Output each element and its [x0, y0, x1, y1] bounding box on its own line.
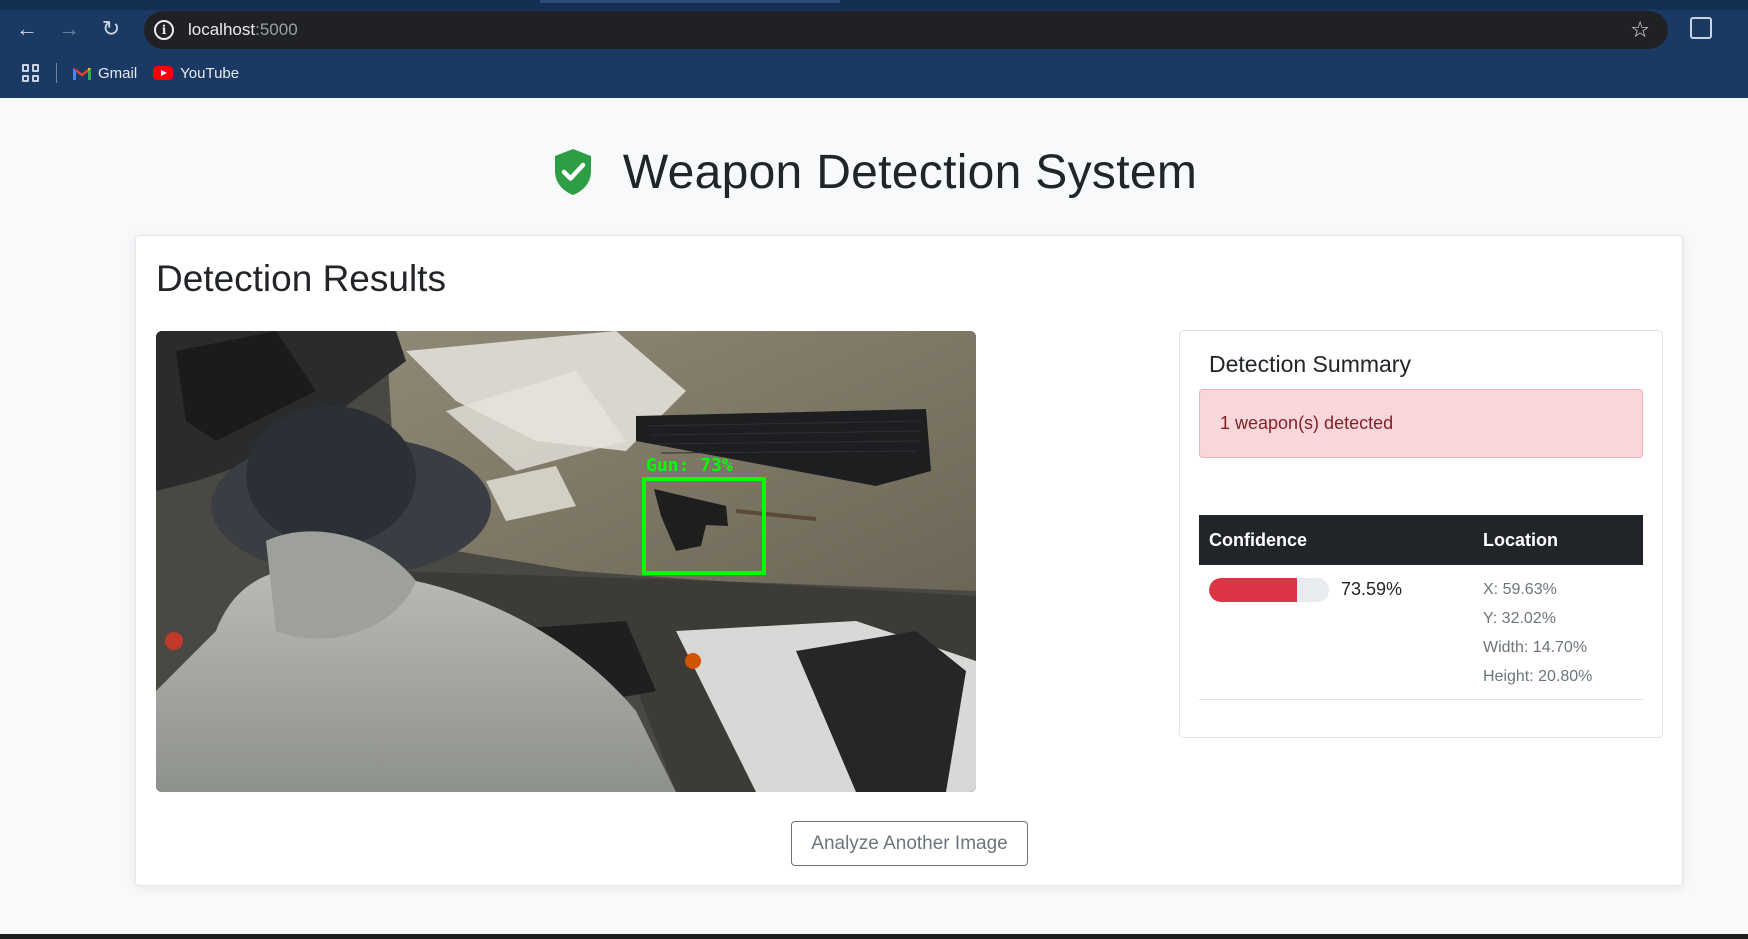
confidence-bar-fill [1209, 577, 1298, 602]
bookmark-label: YouTube [180, 64, 240, 82]
gmail-icon [73, 67, 91, 80]
summary-title: Detection Summary [1209, 351, 1411, 377]
confidence-cell: 73.59% [1199, 565, 1473, 700]
shield-check-icon [554, 149, 591, 195]
forward-arrow-icon[interactable]: → [54, 14, 84, 44]
bottom-edge [0, 934, 1748, 939]
address-bar[interactable]: i localhost:5000 ☆ [144, 11, 1668, 49]
weapon-alert: 1 weapon(s) detected [1199, 389, 1643, 458]
back-arrow-icon[interactable]: ← [12, 14, 42, 44]
bookmark-youtube[interactable]: YouTube [153, 65, 239, 82]
detection-label: Gun: 73% [646, 455, 733, 476]
column-header-location: Location [1473, 515, 1643, 565]
detection-summary: Detection Summary 1 weapon(s) detected C… [1179, 330, 1663, 738]
bookmark-gmail[interactable]: Gmail [73, 65, 137, 82]
bookmarks-separator [56, 63, 57, 83]
analyze-another-button[interactable]: Analyze Another Image [791, 821, 1028, 866]
url-port: :5000 [255, 20, 298, 39]
surveillance-frame: Gun: 73% [156, 331, 976, 792]
detections-table: Confidence Location 73.59% X: 59.63% Y: … [1199, 515, 1643, 700]
info-icon[interactable]: i [154, 20, 174, 40]
youtube-icon [153, 66, 174, 80]
confidence-value: 73.59% [1341, 579, 1403, 599]
column-header-confidence: Confidence [1199, 515, 1473, 565]
results-title: Detection Results [156, 258, 446, 299]
confidence-bar [1209, 577, 1329, 602]
reload-icon[interactable]: ↻ [96, 14, 126, 44]
bookmarks-bar: Gmail YouTube [0, 56, 1748, 90]
location-width: Width: 14.70% [1483, 639, 1588, 656]
location-y: Y: 32.02% [1483, 610, 1556, 627]
tab-strip [0, 0, 1748, 10]
browser-toolbar: ← → ↻ i localhost:5000 ☆ Gmail YouTube [0, 0, 1748, 98]
table-row: 73.59% X: 59.63% Y: 32.02% Width: 14.70%… [1199, 565, 1643, 700]
location-cell: X: 59.63% Y: 32.02% Width: 14.70% Height… [1473, 565, 1643, 700]
apps-grid-icon[interactable] [22, 64, 40, 82]
url-host: localhost [188, 20, 256, 39]
star-icon[interactable]: ☆ [1630, 17, 1650, 43]
bookmark-label: Gmail [98, 64, 138, 82]
results-card: Detection Results Gun: 73% Detection Sum… [135, 235, 1683, 886]
extensions-icon[interactable] [1690, 17, 1712, 39]
detection-image: Gun: 73% [156, 331, 976, 792]
active-tab-indicator [540, 0, 840, 3]
page-header: Weapon Detection System [0, 140, 1748, 204]
page-title: Weapon Detection System [622, 145, 1198, 199]
location-x: X: 59.63% [1483, 581, 1557, 598]
location-height: Height: 20.80% [1483, 668, 1593, 685]
